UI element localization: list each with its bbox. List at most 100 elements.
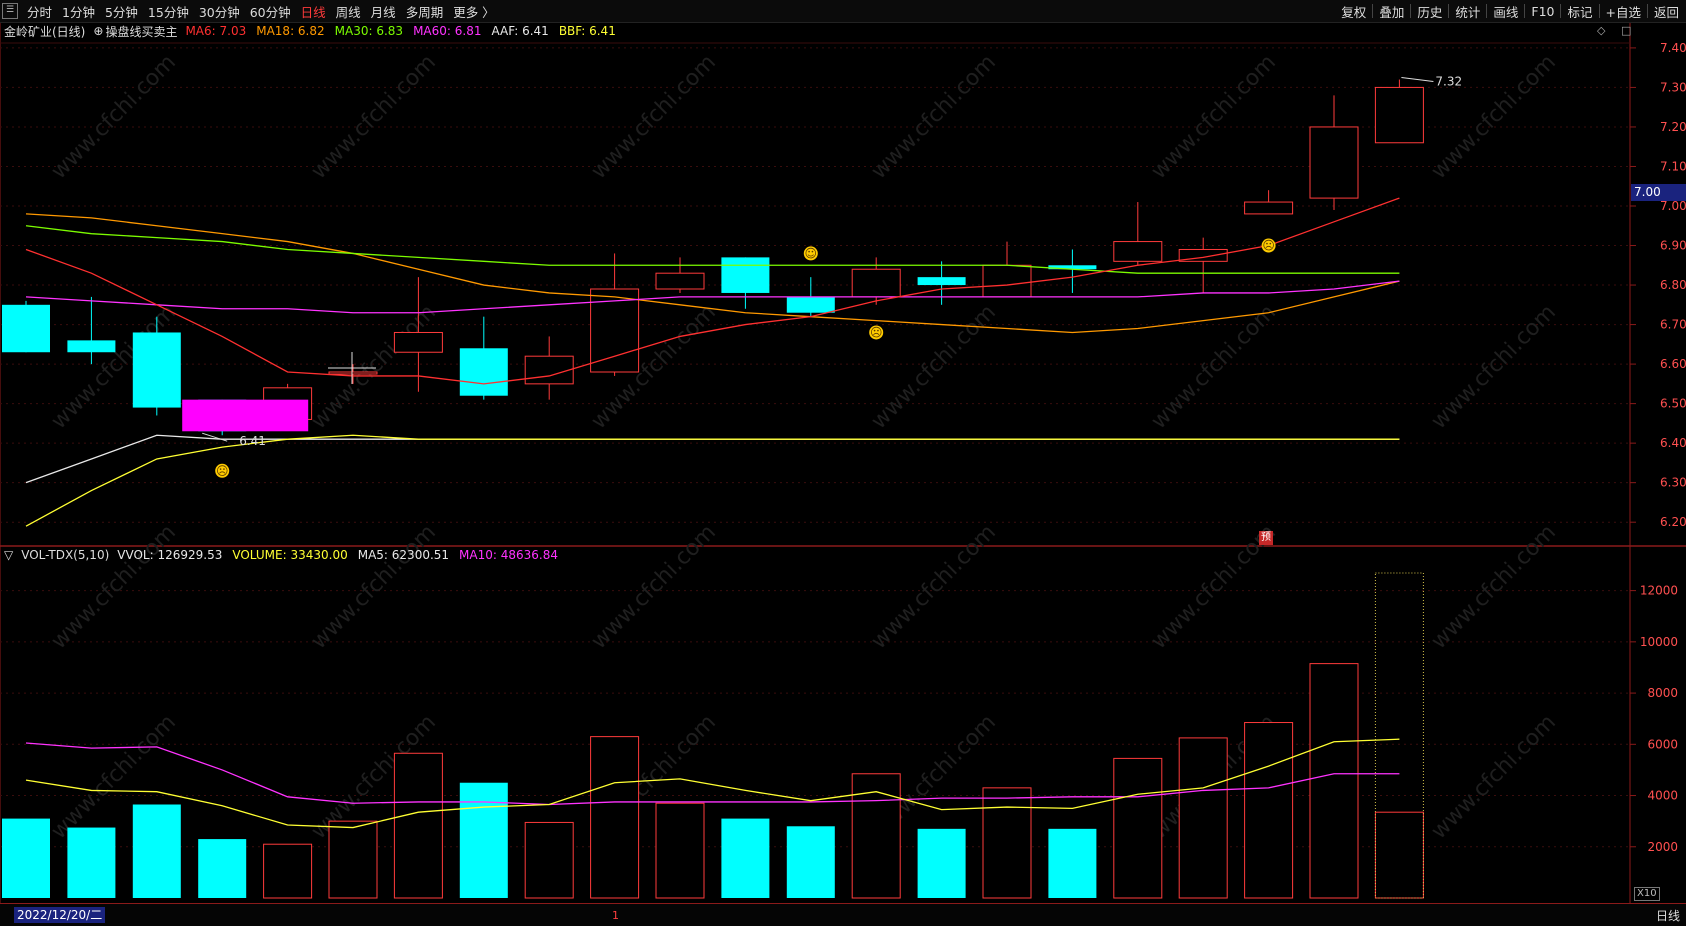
ma60-line [25, 280, 1400, 314]
indicator-icon[interactable]: ⊕ [93, 24, 103, 38]
preview-mark: 预 [1259, 531, 1273, 545]
period-tab-8[interactable]: 月线 [366, 2, 401, 21]
menu-icon[interactable]: ☰ [2, 3, 18, 19]
status-bar: 2022/12/20/二 1 日线 [0, 903, 1686, 926]
tool-tab-6[interactable]: 标记 [1562, 2, 1597, 21]
scale-badge[interactable]: X10 [1634, 887, 1660, 901]
current-price-tag: 7.00 [1631, 184, 1686, 201]
period-tab-4[interactable]: 30分钟 [194, 2, 245, 21]
candle-body-down [917, 277, 966, 286]
volume-bar-down [132, 804, 181, 898]
price-axis-label: 6.80 [1660, 278, 1686, 292]
watermark-text: www.cfchi.com [307, 300, 441, 434]
watermark-text: www.cfchi.com [307, 520, 441, 654]
high-label-pointer [1401, 77, 1434, 83]
candle-body-down [786, 296, 835, 313]
toolbar-separator [1560, 4, 1562, 18]
watermark-text: www.cfchi.com [1427, 520, 1561, 654]
period-tab-0[interactable]: 分时 [22, 2, 57, 21]
period-tab-3[interactable]: 15分钟 [143, 2, 194, 21]
price-axis-label: 7.10 [1660, 159, 1686, 173]
ma6-line [25, 197, 1400, 385]
period-tab-2[interactable]: 5分钟 [100, 2, 143, 21]
ma-legend-3: MA60: 6.81 [413, 24, 482, 38]
candle-body-up [328, 371, 378, 375]
volume-bar-down [1048, 828, 1097, 898]
watermark-text: www.cfchi.com [47, 50, 181, 184]
price-axis-label: 6.90 [1660, 239, 1686, 253]
vol-legend-2: MA5: 62300.51 [357, 548, 450, 562]
ma-legend-0: MA6: 7.03 [185, 24, 247, 38]
price-axis-label: 7.40 [1660, 41, 1686, 55]
tool-tab-5[interactable]: F10 [1526, 4, 1559, 19]
volume-bar-down [2, 818, 50, 898]
main-legend: 金岭矿业(日线) ⊕ 操盘线买卖主 MA6: 7.03 MA18: 6.82 MA3… [4, 22, 616, 40]
candle-body-down [2, 304, 50, 353]
volume-bar-up [524, 821, 574, 899]
watermark-text: www.cfchi.com [867, 520, 1001, 654]
volume-indicator-title[interactable]: VOL-TDX(5,10) [21, 548, 109, 562]
volume-bar-up [1374, 811, 1424, 899]
period-tab-6[interactable]: 日线 [296, 2, 331, 21]
candle-body-up [1374, 86, 1424, 144]
period-tab-7[interactable]: 周线 [331, 2, 366, 21]
panel-control-icons[interactable]: ◇ □ [1597, 24, 1637, 37]
price-axis-label: 7.30 [1660, 80, 1686, 94]
tool-tab-1[interactable]: 叠加 [1374, 2, 1409, 21]
candle-body-up [524, 355, 574, 385]
period-toolbar: ☰ 分时 1分钟 5分钟 15分钟 30分钟 60分钟 日线 周线 月线 多周期 更多 〉 复权 叠加… [0, 0, 1686, 23]
emoji-glyph: ☹ [216, 464, 229, 478]
volume-bar-down [67, 827, 116, 898]
volume-axis-label: 6000 [1647, 737, 1678, 751]
volume-axis-label: 4000 [1647, 789, 1678, 803]
period-tab-10[interactable]: 更多 〉 [448, 2, 499, 21]
volume-axis-label: 12000 [1640, 584, 1678, 598]
tool-tab-8[interactable]: 返回 [1649, 2, 1684, 21]
volume-legend-items: VVOL: 126929.53 VOLUME: 33430.00 MA5: 6230… [117, 548, 558, 562]
tool-tab-4[interactable]: 画线 [1488, 2, 1523, 21]
watermark-text: www.cfchi.com [587, 50, 721, 184]
watermark-text: www.cfchi.com [1147, 300, 1281, 434]
candle-body-up [1244, 201, 1294, 215]
tool-tab-0[interactable]: 复权 [1336, 2, 1371, 21]
toolbar-separator [1410, 4, 1412, 18]
indicator-name[interactable]: 操盘线买卖主 [105, 23, 177, 40]
period-tab-5[interactable]: 60分钟 [245, 2, 296, 21]
volume-axis-label: 8000 [1647, 686, 1678, 700]
price-axis-label: 6.50 [1660, 397, 1686, 411]
price-axis-label: 6.20 [1660, 515, 1686, 529]
candle-body-down [67, 340, 116, 353]
volume-bar-up [655, 802, 705, 899]
toolbar-separator [1598, 4, 1600, 18]
time-marker: 1 [612, 909, 619, 922]
period-tab-9[interactable]: 多周期 [401, 2, 449, 21]
cursor-date: 2022/12/20/二 [14, 907, 106, 923]
emoji-glyph: ☹ [870, 325, 883, 339]
ma-legend-1: MA18: 6.82 [256, 24, 325, 38]
toolbar-separator [1448, 4, 1450, 18]
chart-stage[interactable]: 7.40 7.30 7.20 7.10 7.00 6.90 6.80 6.70 6.60 6.50… [0, 0, 1686, 925]
volume-bar-down [459, 782, 508, 898]
collapse-icon[interactable]: ▽ [4, 548, 13, 562]
tool-tabs: 复权 叠加 历史 统计 画线 F10 标记 +自选 返回 [1336, 0, 1684, 22]
watermark-text: www.cfchi.com [307, 50, 441, 184]
volume-axis-label: 10000 [1640, 635, 1678, 649]
aaf-line [25, 434, 1400, 484]
volume-bar-up [1178, 737, 1228, 899]
watermark-text: www.cfchi.com [1427, 710, 1561, 844]
tool-tab-7[interactable]: +自选 [1601, 2, 1646, 21]
candle-body-down [132, 332, 181, 408]
ma-legend-5: BBF: 6.41 [558, 24, 616, 38]
vol-legend-3: MA10: 48636.84 [459, 548, 558, 562]
volume-bar-up [393, 752, 443, 899]
watermark-text: www.cfchi.com [867, 50, 1001, 184]
timeframe-label[interactable]: 日线 [1656, 907, 1680, 924]
candle-body-up [851, 268, 901, 298]
price-axis-label: 7.20 [1660, 120, 1686, 134]
volume-bar-up [263, 843, 313, 899]
candle-body-up [655, 272, 705, 290]
tool-tab-2[interactable]: 历史 [1412, 2, 1447, 21]
period-tab-1[interactable]: 1分钟 [57, 2, 100, 21]
tool-tab-3[interactable]: 统计 [1450, 2, 1485, 21]
toolbar-separator [1372, 4, 1374, 18]
